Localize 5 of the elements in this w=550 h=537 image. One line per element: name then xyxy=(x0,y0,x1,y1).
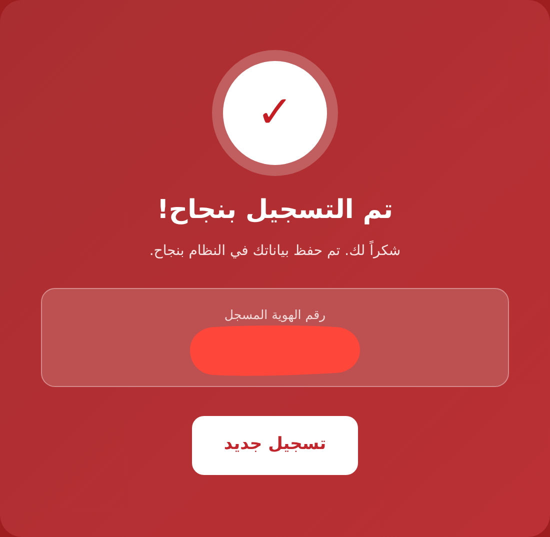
new-registration-button[interactable]: تسجيل جديد xyxy=(192,416,358,474)
id-label: رقم الهوية المسجل xyxy=(224,308,326,321)
success-title: تم التسجيل بنجاح! xyxy=(156,194,394,226)
checkmark-icon: ✓ xyxy=(256,91,294,135)
success-message: شكراً لك. تم حفظ بياناتك في النظام بنجاح. xyxy=(149,240,401,260)
